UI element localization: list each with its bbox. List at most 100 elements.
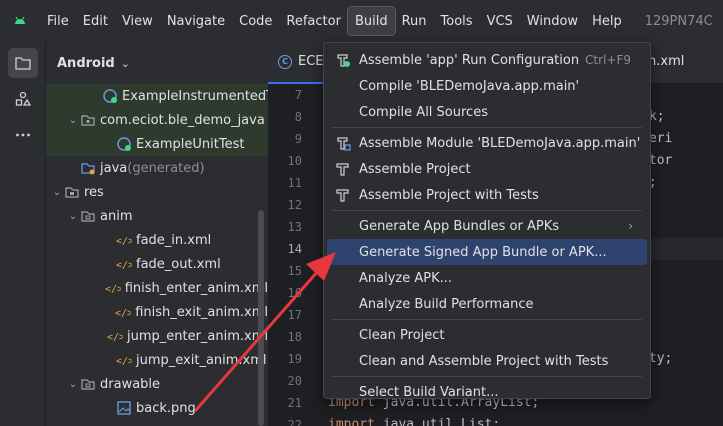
shortcut-label: Ctrl+F9	[585, 53, 631, 67]
line-number: 7	[294, 88, 302, 102]
line-number: 12	[287, 198, 302, 212]
chevron-down-icon[interactable]: ⌄	[66, 379, 80, 390]
tree-item[interactable]: java (generated)	[46, 156, 268, 180]
resource-manager-icon[interactable]	[8, 84, 38, 114]
tree-item-label: jump_exit_anim.xml	[136, 352, 267, 368]
menu-file[interactable]: File	[40, 7, 76, 35]
line-number-gutter: 7 8 9 10 11 12 13 14 15 16 17 18 19 20 21 22	[268, 84, 328, 426]
menu-window[interactable]: Window	[520, 7, 585, 35]
build-menu-item-clean-and-assemble-project-with-tests[interactable]: Clean and Assemble Project with Tests	[327, 348, 647, 374]
svg-text:</>: </>	[107, 332, 123, 343]
image-file-icon	[116, 400, 132, 416]
build-menu-item-compile-bledemojava-app-main[interactable]: Compile 'BLEDemoJava.app.main'	[327, 73, 647, 99]
tree-item[interactable]: </> jump_enter_anim.xml	[46, 324, 268, 348]
menu-refactor[interactable]: Refactor	[279, 7, 348, 35]
chevron-down-icon[interactable]: ⌄	[66, 115, 80, 126]
svg-text:</>: </>	[116, 236, 132, 247]
build-menu-item-label: Clean Project	[359, 327, 445, 343]
svg-text:</>: </>	[116, 260, 132, 271]
build-menu-item-compile-all-sources[interactable]: Compile All Sources	[327, 99, 647, 125]
build-menu-item-analyze-apk[interactable]: Analyze APK...	[327, 265, 647, 291]
tree-item[interactable]: </> fade_in.xml	[46, 228, 268, 252]
line-number: 20	[287, 374, 302, 388]
line-number: 18	[287, 330, 302, 344]
tree-item-label: ExampleInstrumentedT	[122, 88, 268, 104]
tree-item-suffix: (generated)	[127, 160, 205, 176]
build-menu-item-label: Compile All Sources	[359, 104, 488, 120]
chevron-down-icon[interactable]: ⌄	[66, 211, 80, 222]
editor-tab-xml[interactable]: n.xml	[648, 54, 684, 69]
build-menu-item-select-build-variant[interactable]: Select Build Variant...	[327, 379, 647, 405]
project-name[interactable]: 129PN74C	[645, 14, 713, 29]
code-line[interactable]: import java.util.List;	[328, 414, 723, 426]
svg-text:</>: </>	[115, 308, 131, 319]
tree-item[interactable]: </> finish_exit_anim.xml	[46, 300, 268, 324]
tree-item[interactable]: ExampleUnitTest	[46, 132, 268, 156]
build-menu-item-label: Clean and Assemble Project with Tests	[359, 353, 609, 369]
build-menu-item-clean-project[interactable]: Clean Project	[327, 322, 647, 348]
menu-edit[interactable]: Edit	[76, 7, 115, 35]
menu-separator	[332, 210, 642, 211]
tree-item[interactable]: </> finish_enter_anim.xml	[46, 276, 268, 300]
project-view-selector[interactable]: Android ⌄	[46, 42, 268, 84]
tree-item[interactable]: ExampleInstrumentedT	[46, 84, 268, 108]
chevron-down-icon: ⌄	[120, 56, 130, 70]
tree-item-label: finish_enter_anim.xml	[124, 280, 268, 296]
build-menu-item-label: Assemble 'app' Run Configuration	[359, 52, 580, 68]
xml-file-icon: </>	[115, 304, 131, 320]
line-number: 22	[287, 418, 302, 426]
line-number: 15	[287, 264, 302, 278]
line-number: 8	[294, 110, 302, 124]
menu-build[interactable]: Build	[346, 6, 396, 36]
android-test-class-icon	[116, 136, 132, 152]
build-menu-item-assemble-module-bledemojava-app-main[interactable]: Assemble Module 'BLEDemoJava.app.main'	[327, 130, 647, 156]
build-menu-item-label: Analyze Build Performance	[359, 296, 534, 312]
tree-item[interactable]: </> fade_out.xml	[46, 252, 268, 276]
menu-navigate[interactable]: Navigate	[160, 7, 232, 35]
build-menu-item-label: Assemble Project	[359, 161, 471, 177]
tree-item[interactable]: ⌄ anim	[46, 204, 268, 228]
line-number: 16	[287, 286, 302, 300]
build-menu-item-label: Assemble Project with Tests	[359, 187, 539, 203]
build-menu-item-assemble-project-with-tests[interactable]: Assemble Project with Tests	[327, 182, 647, 208]
build-menu-item-label: Compile 'BLEDemoJava.app.main'	[359, 78, 580, 94]
tree-item-label: jump_enter_anim.xml	[126, 328, 268, 344]
build-menu-item-assemble-app-run-configuration[interactable]: Assemble 'app' Run Configuration Ctrl+F9	[327, 47, 647, 73]
xml-file-icon: </>	[105, 280, 121, 296]
tree-item-label: drawable	[100, 376, 161, 392]
xml-file-icon: </>	[116, 256, 132, 272]
build-menu-item-generate-signed-app-bundle-or-apk[interactable]: Generate Signed App Bundle or APK...	[327, 239, 647, 265]
tree-item[interactable]: back.png	[46, 396, 268, 420]
menu-view[interactable]: View	[115, 7, 160, 35]
tree-item[interactable]: ⌄ drawable	[46, 372, 268, 396]
menu-tools[interactable]: Tools	[434, 7, 480, 35]
svg-text:</>: </>	[116, 356, 132, 367]
tree-item-label: finish_exit_anim.xml	[135, 304, 268, 320]
project-folder-icon[interactable]	[8, 48, 38, 78]
menu-help[interactable]: Help	[585, 7, 629, 35]
build-menu-item-assemble-project[interactable]: Assemble Project	[327, 156, 647, 182]
tree-item-label: anim	[100, 208, 133, 224]
build-menu-item-generate-app-bundles-or-apks[interactable]: Generate App Bundles or APKs ›	[327, 213, 647, 239]
tree-item-label: res	[84, 184, 104, 200]
more-tools-icon[interactable]	[8, 120, 38, 150]
xml-file-icon: </>	[116, 352, 132, 368]
line-number: 19	[287, 352, 302, 366]
chevron-down-icon[interactable]: ⌄	[50, 187, 64, 198]
menu-code[interactable]: Code	[232, 7, 279, 35]
build-menu-item-analyze-build-performance[interactable]: Analyze Build Performance	[327, 291, 647, 317]
build-menu-item-label: Select Build Variant...	[359, 384, 499, 400]
tree-item[interactable]: </> jump_exit_anim.xml	[46, 348, 268, 372]
tree-item[interactable]: ⌄ res	[46, 180, 268, 204]
line-number: 14	[287, 242, 302, 256]
tree-item[interactable]: ⌄ com.eciot.ble_demo_java	[46, 108, 268, 132]
menu-run[interactable]: Run	[395, 7, 434, 35]
editor-tab-label: ECE	[298, 54, 324, 69]
line-number: 9	[294, 132, 302, 146]
code-keyword: import	[328, 417, 375, 426]
project-tree-scrollbar[interactable]	[258, 210, 264, 426]
menu-vcs[interactable]: VCS	[480, 7, 520, 35]
line-number: 21	[287, 396, 302, 410]
project-view-title: Android	[57, 55, 115, 71]
xml-file-icon: </>	[107, 328, 123, 344]
